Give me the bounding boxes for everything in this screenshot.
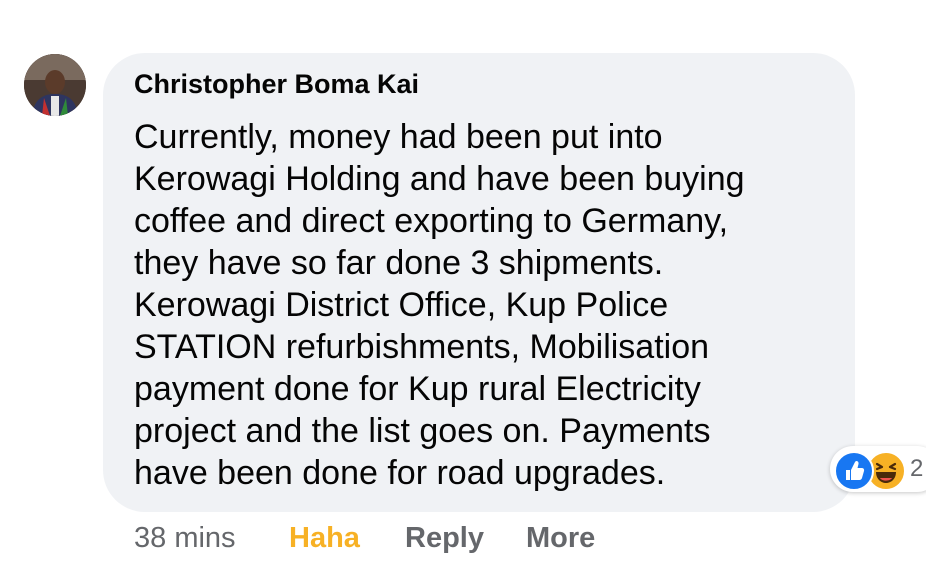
comment-text-line: they have so far done 3 shipments.	[134, 244, 664, 282]
comment-text-line: have been done for road upgrades.	[134, 454, 666, 492]
comment-text-line: payment done for Kup rural Electricity	[134, 370, 701, 408]
avatar[interactable]	[24, 54, 86, 116]
comment-text-line: Kerowagi Holding and have been buying	[134, 160, 745, 198]
like-icon	[834, 451, 874, 491]
comment-author-name[interactable]: Christopher Boma Kai	[134, 69, 419, 100]
comment-text-line: Currently, money had been put into	[134, 118, 663, 156]
avatar-photo	[24, 54, 86, 116]
reaction-count: 2	[910, 455, 924, 482]
reaction-summary[interactable]: 2	[830, 446, 926, 492]
comment-text-line: Kerowagi District Office, Kup Police	[134, 286, 669, 324]
comment-timestamp[interactable]: 38 mins	[134, 522, 236, 555]
comment-text-line: coffee and direct exporting to Germany,	[134, 202, 729, 240]
comment-text: Currently, money had been put into Kerow…	[134, 116, 834, 494]
reply-button[interactable]: Reply	[405, 522, 484, 555]
more-button[interactable]: More	[526, 522, 595, 555]
comment-text-line: project and the list goes on. Payments	[134, 412, 711, 450]
comment-screen: Christopher Boma Kai Currently, money ha…	[0, 0, 926, 574]
comment-text-line: STATION refurbishments, Mobilisation	[134, 328, 710, 366]
haha-reaction-button[interactable]: Haha	[289, 522, 360, 555]
